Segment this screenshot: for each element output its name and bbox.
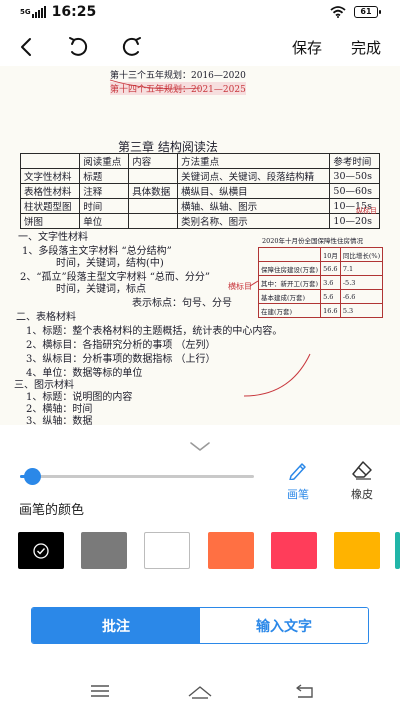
color-swatch-red[interactable] (271, 532, 317, 569)
done-button[interactable]: 完成 (351, 37, 381, 58)
network-type: 5G (20, 7, 31, 16)
status-left: 5G 16:25 (20, 4, 96, 20)
eraser-tool-button[interactable]: 橡皮 (340, 460, 384, 502)
stroke-width-slider[interactable] (20, 468, 254, 485)
status-bar: 5G 16:25 61 (0, 0, 400, 26)
battery-icon: 61 (354, 6, 381, 18)
undo-icon (69, 37, 88, 56)
collapse-button[interactable] (188, 439, 212, 458)
top-toolbar: 保存 完成 (0, 28, 400, 66)
redo-icon (122, 37, 141, 56)
back-button[interactable] (14, 34, 40, 60)
redo-button[interactable] (118, 34, 144, 60)
color-swatch-gray[interactable] (81, 532, 127, 569)
pen-tool-button[interactable]: 画笔 (276, 460, 320, 502)
input-text-button[interactable]: 输入文字 (200, 608, 368, 643)
pen-color-section-label: 画笔的颜色 (19, 503, 85, 518)
annotate-button[interactable]: 批注 (32, 608, 200, 643)
color-swatch-orange[interactable] (208, 532, 254, 569)
return-icon[interactable] (294, 684, 314, 700)
note-annotation-strokes (109, 79, 311, 397)
color-swatch-white[interactable] (144, 532, 190, 569)
slider-thumb[interactable] (23, 468, 41, 485)
eraser-label: 橡皮 (351, 488, 373, 501)
wifi-icon (330, 6, 346, 18)
tool-panel: 画笔 橡皮 画笔的颜色 批注 输入文字 (0, 425, 400, 711)
save-button[interactable]: 保存 (292, 37, 322, 58)
pen-icon (289, 463, 306, 481)
system-nav-bar (0, 679, 400, 709)
check-icon (33, 542, 49, 559)
note-canvas[interactable]: 第十三个五年规划：2016—2020 第十四个五年规划：2021—2025 第三… (0, 66, 400, 425)
mode-toggle: 批注 输入文字 (31, 607, 369, 644)
menu-icon[interactable] (90, 684, 110, 698)
color-swatch-teal-partial[interactable] (395, 532, 400, 569)
back-arrow-icon (21, 38, 31, 56)
battery-level: 61 (360, 7, 372, 16)
home-icon[interactable] (187, 684, 213, 700)
signal-icon (31, 6, 47, 18)
color-swatch-black[interactable] (18, 532, 64, 569)
color-swatch-amber[interactable] (334, 532, 380, 569)
eraser-icon (352, 461, 372, 480)
status-right: 61 (330, 6, 381, 18)
chevron-down-icon (190, 442, 210, 451)
undo-button[interactable] (66, 34, 92, 60)
pen-label: 画笔 (287, 488, 309, 501)
status-time: 16:25 (51, 4, 97, 20)
